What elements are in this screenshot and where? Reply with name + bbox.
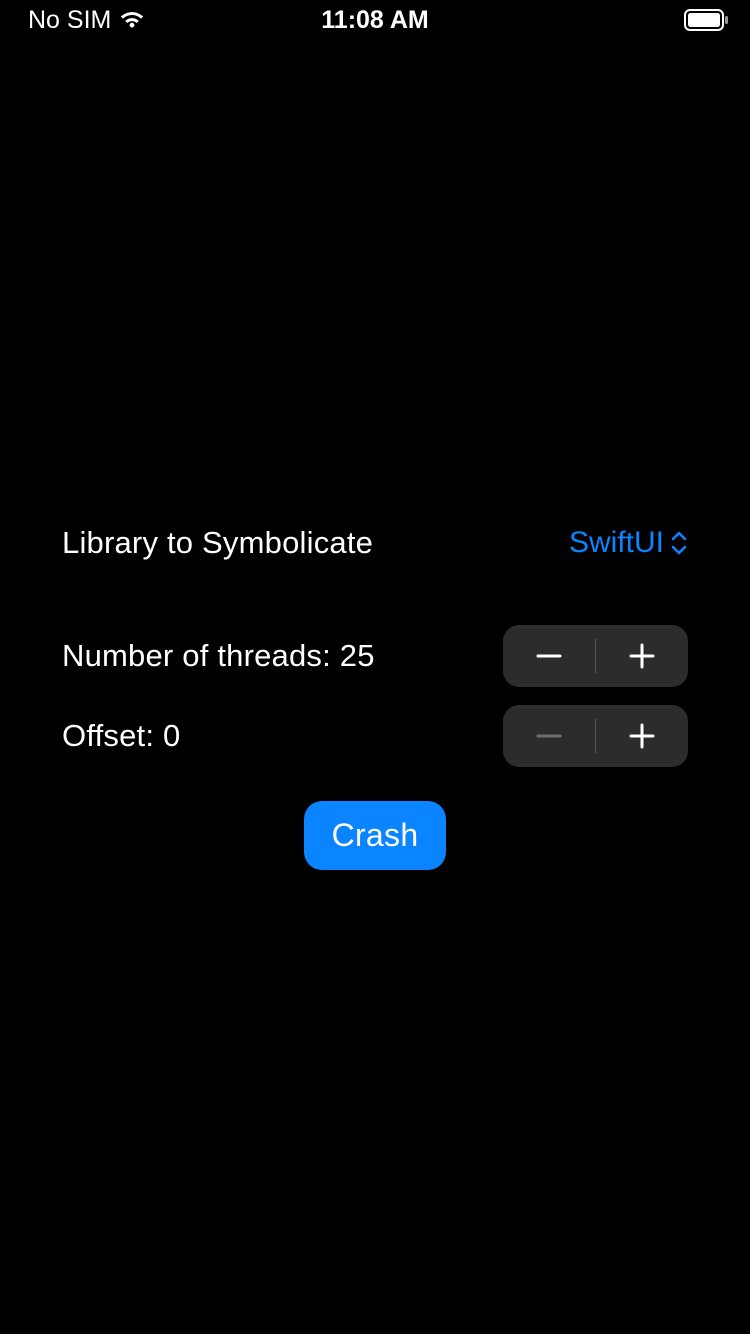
offset-stepper xyxy=(503,705,688,767)
library-row: Library to Symbolicate SwiftUI xyxy=(62,525,688,561)
offset-decrement-button[interactable] xyxy=(503,705,595,767)
carrier-label: No SIM xyxy=(28,6,111,35)
main-content: Library to Symbolicate SwiftUI Number of… xyxy=(0,525,750,870)
offset-label: Offset: 0 xyxy=(62,718,180,754)
chevron-up-down-icon xyxy=(670,530,688,556)
plus-icon xyxy=(627,721,657,751)
threads-row: Number of threads: 25 xyxy=(62,625,688,687)
offset-increment-button[interactable] xyxy=(596,705,688,767)
status-bar: No SIM 11:08 AM xyxy=(0,0,750,40)
minus-icon xyxy=(534,641,564,671)
minus-icon xyxy=(534,721,564,751)
threads-label: Number of threads: 25 xyxy=(62,638,375,674)
crash-button[interactable]: Crash xyxy=(304,801,447,870)
status-time: 11:08 AM xyxy=(321,6,428,35)
crash-button-container: Crash xyxy=(62,801,688,870)
library-label: Library to Symbolicate xyxy=(62,525,373,561)
threads-stepper xyxy=(503,625,688,687)
threads-decrement-button[interactable] xyxy=(503,625,595,687)
threads-increment-button[interactable] xyxy=(596,625,688,687)
status-right xyxy=(684,9,730,31)
library-picker[interactable]: SwiftUI xyxy=(569,526,688,560)
offset-row: Offset: 0 xyxy=(62,705,688,767)
battery-icon xyxy=(684,9,730,31)
library-picker-value: SwiftUI xyxy=(569,526,664,560)
wifi-icon xyxy=(119,10,145,30)
plus-icon xyxy=(627,641,657,671)
status-left: No SIM xyxy=(28,6,145,35)
